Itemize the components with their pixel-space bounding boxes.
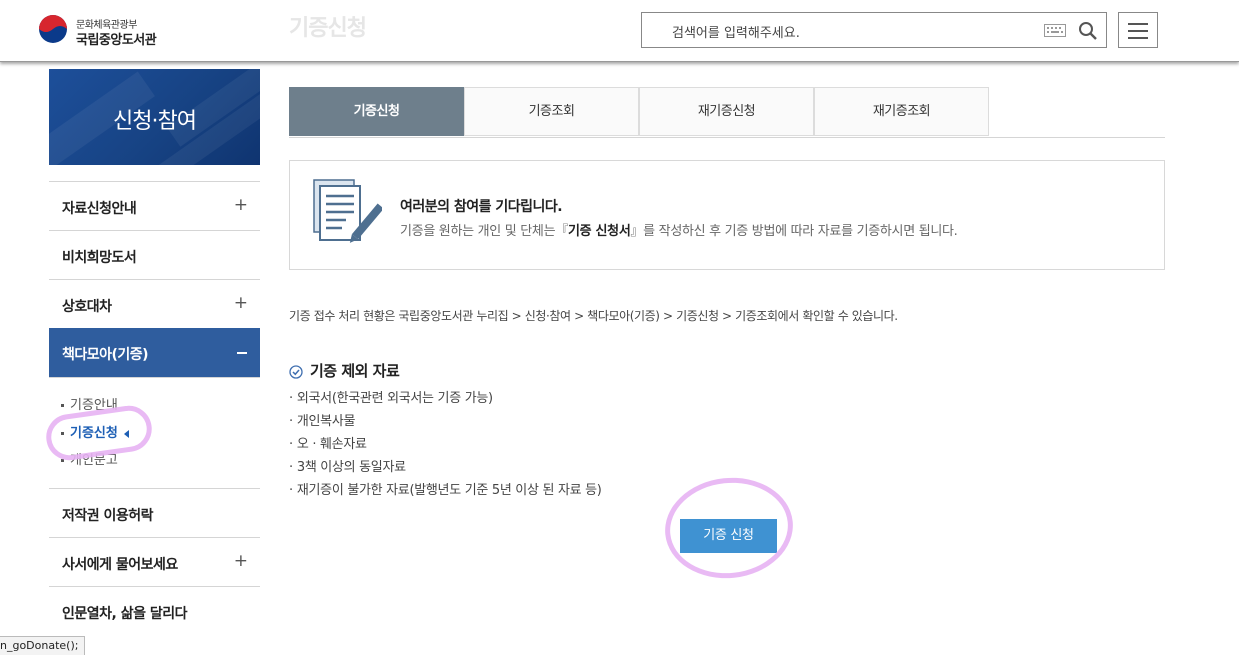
expand-plus-icon[interactable]: + — [234, 551, 248, 571]
sidebar-title: 신청·참여 — [113, 109, 197, 134]
application-form-icon — [313, 179, 382, 243]
sidebar-item-label: 저작권 이용허락 — [62, 508, 154, 524]
exclusion-title: 기증 제외 자료 — [289, 360, 400, 381]
page-ghost-title: 기증신청 — [289, 16, 367, 41]
expand-plus-icon[interactable]: + — [234, 195, 248, 215]
intro-heading: 여러분의 참여를 기다립니다. — [400, 199, 563, 215]
expand-plus-icon[interactable]: + — [234, 293, 248, 313]
list-item: 3책 이상의 동일자료 — [289, 458, 602, 481]
sidebar-item-wish-books[interactable]: 비치희망도서 — [49, 230, 260, 279]
bullet-icon — [61, 404, 64, 407]
sidebar-item-label: 자료신청안내 — [62, 201, 137, 217]
list-item: 오 · 훼손자료 — [289, 435, 602, 458]
sidebar-item-humanities-train[interactable]: 인문열차, 삶을 달리다 — [49, 586, 260, 635]
browser-status-bar: n_goDonate(); — [0, 636, 86, 655]
sidebar-item-ask-librarian[interactable]: 사서에게 물어보세요 + — [49, 537, 260, 586]
sidebar-item-label: 책다모아(기증) — [62, 347, 149, 363]
sidebar-nav: 자료신청안내 + 비치희망도서 상호대차 + 책다모아(기증) 기증안내 기증신… — [49, 181, 260, 635]
sidebar-item-material-request[interactable]: 자료신청안내 + — [49, 181, 260, 230]
collapse-minus-icon[interactable] — [237, 352, 247, 354]
logo-library-text: 국립중앙도서관 — [76, 33, 157, 48]
exclusion-title-text: 기증 제외 자료 — [310, 362, 400, 380]
sidebar-item-label: 비치희망도서 — [62, 250, 137, 266]
tab-redonation-inquiry[interactable]: 재기증조회 — [814, 87, 989, 136]
keyboard-icon[interactable] — [1044, 24, 1066, 37]
sidebar-item-interlibrary-loan[interactable]: 상호대차 + — [49, 279, 260, 328]
intro-text-before: 기증을 원하는 개인 및 단체는『 — [400, 224, 568, 239]
intro-text-after: 』를 작성하신 후 기증 방법에 따라 자료를 기증하시면 됩니다. — [630, 224, 958, 239]
status-notice: 기증 접수 처리 현황은 국립중앙도서관 누리집 > 신청·참여 > 책다모아(… — [289, 309, 898, 323]
exclusion-list: 외국서(한국관련 외국서는 기증 가능) 개인복사물 오 · 훼손자료 3책 이… — [289, 389, 602, 504]
annotation-highlight-circle — [660, 471, 798, 585]
menu-bar — [1128, 30, 1148, 32]
site-header: 문화체육관광부 국립중앙도서관 기증신청 검색어를 입력해주세요. — [0, 0, 1239, 62]
check-circle-icon — [289, 364, 303, 379]
tab-donation-apply[interactable]: 기증신청 — [289, 87, 464, 136]
search-box[interactable]: 검색어를 입력해주세요. — [641, 12, 1107, 48]
site-logo[interactable]: 문화체육관광부 국립중앙도서관 — [38, 12, 198, 48]
intro-box: 여러분의 참여를 기다립니다. 기증을 원하는 개인 및 단체는『기증 신청서』… — [289, 160, 1165, 270]
search-input[interactable]: 검색어를 입력해주세요. — [672, 22, 800, 41]
tab-donation-inquiry[interactable]: 기증조회 — [464, 87, 639, 136]
search-icon[interactable] — [1078, 21, 1098, 41]
government-emblem-icon — [39, 15, 67, 43]
list-item: 외국서(한국관련 외국서는 기증 가능) — [289, 389, 602, 412]
menu-bar — [1128, 23, 1148, 25]
intro-text-bold: 기증 신청서 — [567, 224, 631, 239]
sidebar-item-copyright[interactable]: 저작권 이용허락 — [49, 488, 260, 537]
intro-text: 기증을 원하는 개인 및 단체는『기증 신청서』를 작성하신 후 기증 방법에 … — [400, 220, 958, 239]
tab-bar: 기증신청 기증조회 재기증신청 재기증조회 — [289, 87, 1165, 138]
tab-redonation-apply[interactable]: 재기증신청 — [639, 87, 814, 136]
list-item: 재기증이 불가한 자료(발행년도 기준 5년 이상 된 자료 등) — [289, 481, 602, 504]
sidebar-banner: 신청·참여 — [49, 69, 260, 165]
sidebar-item-label: 사서에게 물어보세요 — [62, 557, 178, 573]
sidebar-item-donation[interactable]: 책다모아(기증) — [49, 328, 260, 377]
list-item: 개인복사물 — [289, 412, 602, 435]
hamburger-icon[interactable] — [1118, 12, 1158, 48]
sidebar-item-label: 상호대차 — [62, 299, 112, 315]
menu-bar — [1128, 37, 1148, 39]
sidebar-item-label: 인문열차, 삶을 달리다 — [62, 606, 188, 622]
